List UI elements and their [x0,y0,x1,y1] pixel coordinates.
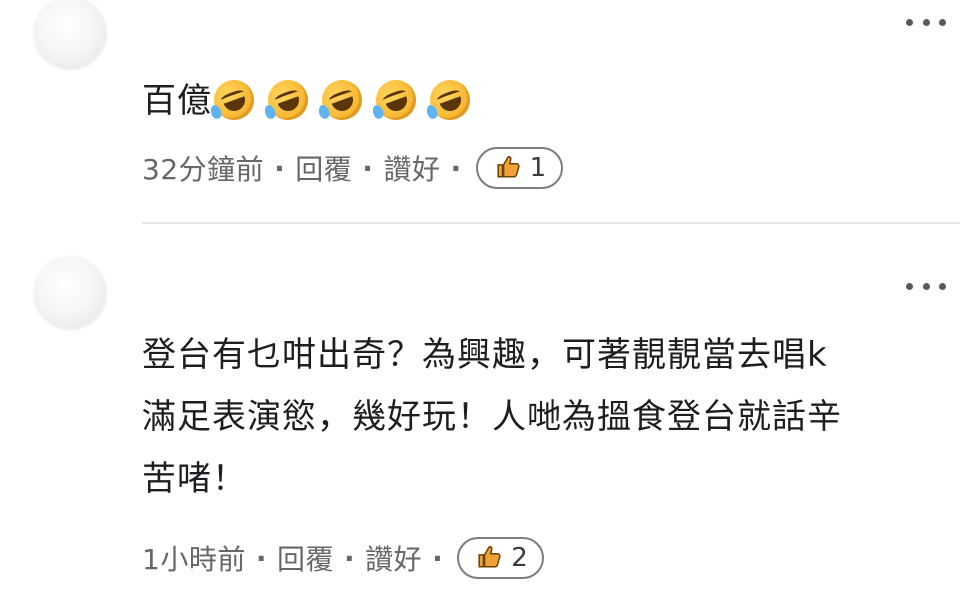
comment-item: 百億 32分鐘前 · 回覆 · 讚好 · 1 [0,0,960,222]
more-dot [939,18,946,26]
avatar[interactable] [33,0,107,70]
comment-text: 登台有乜咁出奇？為興趣，可著靚靚當去唱k 滿足表演慾，幾好玩！人哋為搵食登台就話… [142,335,842,499]
comment-meta: 1小時前 · 回覆 · 讚好 · 2 [142,536,545,580]
thumbs-up-icon [497,156,520,178]
thumbs-up-icon [478,546,501,568]
reply-button[interactable]: 回覆 [295,148,352,188]
separator: · [362,151,374,185]
like-button[interactable]: 讚好 [365,538,422,578]
comment-item: 登台有乜咁出奇？為興趣，可著靚靚當去唱k 滿足表演慾，幾好玩！人哋為搵食登台就話… [0,238,960,597]
comment-meta: 32分鐘前 · 回覆 · 讚好 · 1 [142,146,563,190]
more-dot [922,282,930,290]
comment-thread: 百億 32分鐘前 · 回覆 · 讚好 · 1 登台有乜咁出奇？為興趣，可著靚靚當… [0,0,960,597]
more-options-icon[interactable] [906,276,946,296]
more-dot [906,282,913,290]
separator: · [450,151,462,185]
avatar[interactable] [33,256,107,330]
timestamp: 32分鐘前 [142,153,265,186]
separator: · [274,151,286,185]
comment-body: 百億 [142,81,212,121]
rofl-emoji-icon [262,73,314,126]
comment-text: 百億 [142,70,920,132]
like-count: 2 [511,543,529,573]
like-button[interactable]: 讚好 [383,148,440,188]
more-dot [906,18,913,26]
like-count-button[interactable]: 2 [457,537,545,579]
separator: · [255,541,267,575]
like-count-button[interactable]: 1 [475,147,563,189]
rofl-emoji-icon [424,73,476,126]
separator: · [432,541,444,575]
emoji-group [208,73,484,126]
timestamp: 1小時前 [142,543,246,576]
rofl-emoji-icon [316,73,368,126]
comment-divider [142,222,960,224]
more-dot [939,282,946,290]
reply-button[interactable]: 回覆 [277,538,334,578]
more-dot [922,18,930,26]
rofl-emoji-icon [370,73,422,126]
separator: · [343,541,356,575]
like-count: 1 [529,153,547,183]
rofl-emoji-icon [208,73,260,126]
more-options-icon[interactable] [906,12,946,32]
